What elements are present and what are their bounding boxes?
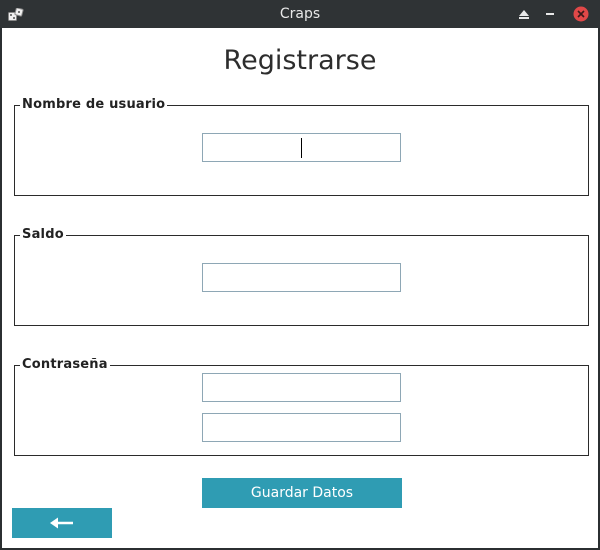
username-legend: Nombre de usuario — [20, 97, 168, 112]
page-title: Registrarse — [223, 45, 377, 76]
eject-icon[interactable] — [515, 5, 533, 23]
window-title: Craps — [279, 6, 321, 22]
close-icon[interactable] — [572, 5, 590, 23]
back-button[interactable] — [12, 508, 112, 538]
balance-field[interactable] — [202, 263, 401, 292]
password-confirm-input[interactable] — [203, 414, 400, 441]
password-confirm-field[interactable] — [202, 413, 401, 442]
save-button[interactable]: Guardar Datos — [202, 478, 402, 508]
form-panel: Registrarse Nombre de usuario Saldo Cont… — [2, 28, 598, 548]
password-group: Contraseña — [14, 357, 589, 456]
balance-legend: Saldo — [20, 227, 66, 242]
username-group: Nombre de usuario — [14, 97, 589, 196]
text-caret — [301, 138, 302, 158]
username-field[interactable] — [202, 133, 401, 162]
app-window: Craps Registrarse Nombre de usuario Sald… — [0, 0, 600, 550]
minimize-icon[interactable] — [541, 5, 559, 23]
title-bar[interactable]: Craps — [0, 0, 600, 28]
balance-input[interactable] — [203, 264, 400, 291]
balance-group: Saldo — [14, 227, 589, 326]
password-input[interactable] — [203, 374, 400, 401]
password-legend: Contraseña — [20, 357, 110, 372]
password-field[interactable] — [202, 373, 401, 402]
arrow-left-icon — [50, 514, 74, 533]
